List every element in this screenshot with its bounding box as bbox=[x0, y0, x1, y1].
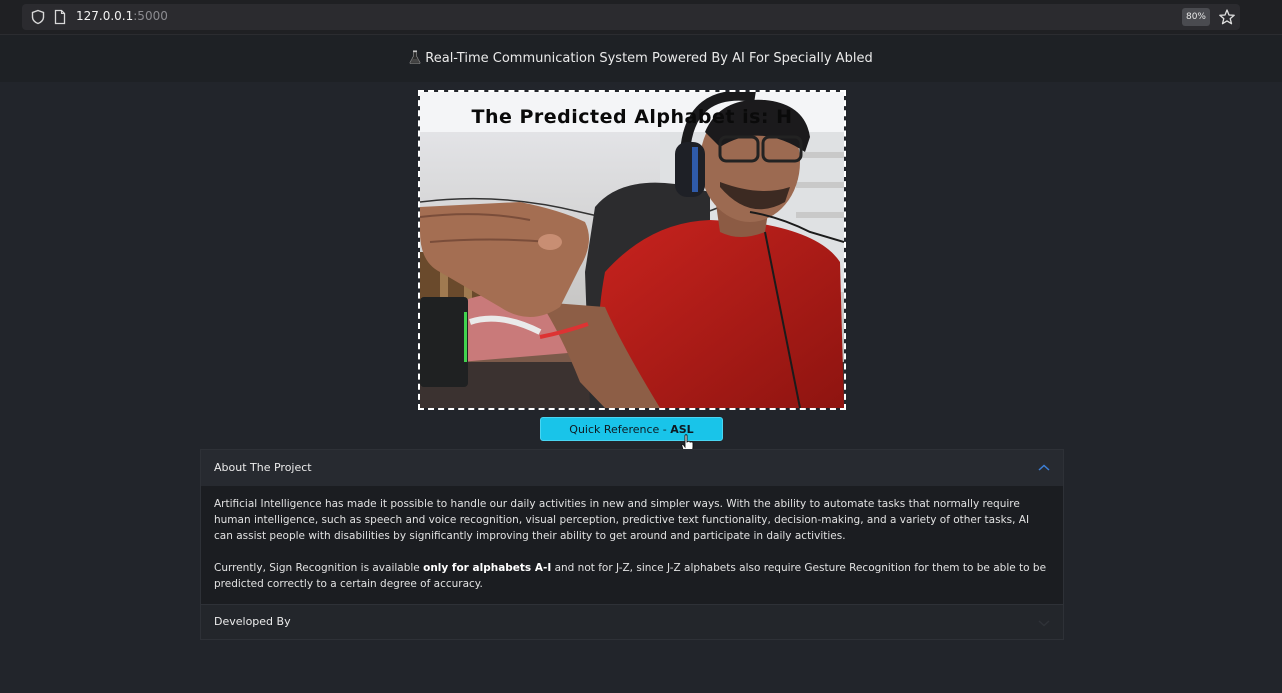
bookmark-star-icon[interactable] bbox=[1218, 8, 1236, 26]
quick-reference-prefix: Quick Reference - bbox=[569, 423, 671, 436]
quick-reference-button[interactable]: Quick Reference - ASL Alphabets bbox=[540, 417, 723, 460]
about-paragraph-1: Artificial Intelligence has made it poss… bbox=[214, 498, 1030, 542]
chevron-down-icon bbox=[1038, 620, 1050, 627]
accordion-header-about[interactable]: About The Project bbox=[201, 450, 1063, 486]
url-text[interactable]: 127.0.0.1:5000 bbox=[76, 9, 168, 23]
accordion-title-about: About The Project bbox=[214, 461, 312, 474]
project-accordion: About The Project Artificial Intelligenc… bbox=[200, 449, 1064, 640]
accordion-title-developed: Developed By bbox=[214, 615, 291, 628]
accordion-body-about: Artificial Intelligence has made it poss… bbox=[201, 486, 1063, 604]
webcam-image bbox=[420, 92, 844, 408]
flask-icon bbox=[409, 50, 421, 64]
about-paragraph-2: Currently, Sign Recognition is available… bbox=[214, 562, 1047, 590]
address-bar[interactable]: 127.0.0.1:5000 80% bbox=[22, 4, 1240, 30]
webcam-feed: The Predicted Alphabet is: H bbox=[418, 90, 846, 410]
accordion-header-developed[interactable]: Developed By bbox=[201, 604, 1063, 639]
zoom-badge[interactable]: 80% bbox=[1182, 8, 1210, 26]
browser-toolbar: 127.0.0.1:5000 80% bbox=[0, 0, 1282, 35]
chevron-up-icon bbox=[1038, 464, 1050, 471]
shield-icon[interactable] bbox=[30, 9, 46, 25]
page-header: Real-Time Communication System Powered B… bbox=[0, 35, 1282, 82]
page-icon bbox=[54, 9, 66, 25]
page-title: Real-Time Communication System Powered B… bbox=[0, 50, 1282, 66]
prediction-label: The Predicted Alphabet is: H bbox=[471, 106, 793, 128]
